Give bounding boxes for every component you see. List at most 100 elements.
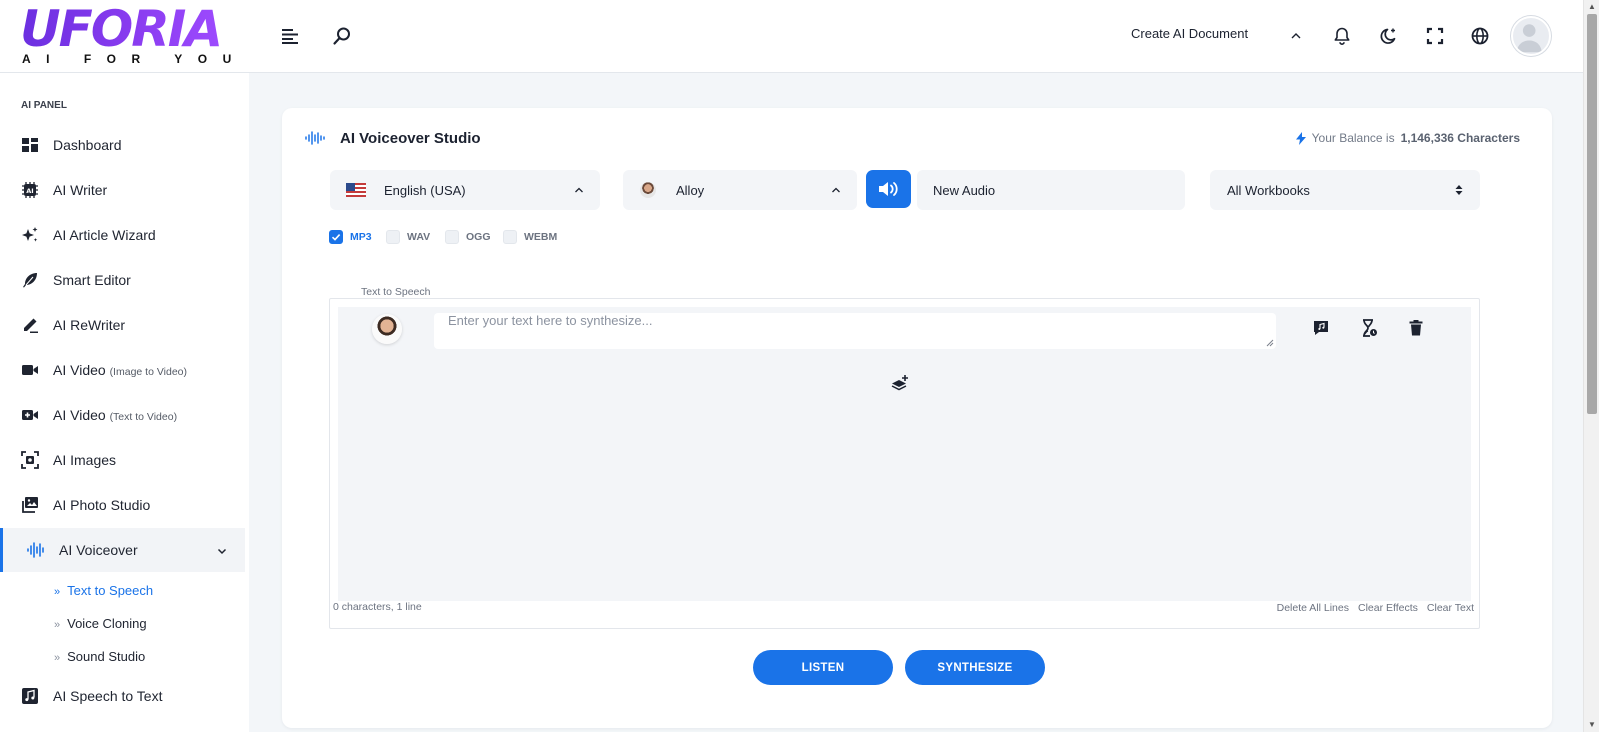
voice-select[interactable]: Alloy [623, 170, 857, 210]
page-title: AI Voiceover Studio [340, 130, 481, 147]
chip-icon: AI [21, 181, 39, 199]
sidebar-item-ai-speech-to-text[interactable]: AI Speech to Text [0, 674, 245, 718]
menu-icon[interactable] [278, 24, 302, 48]
sidebar-item-ai-article-wizard[interactable]: AI Article Wizard [0, 213, 245, 257]
sidebar-item-dashboard[interactable]: Dashboard [0, 123, 245, 167]
sidebar-item-smart-editor[interactable]: Smart Editor [0, 258, 245, 302]
format-webm-checkbox[interactable]: WEBM [503, 230, 557, 244]
lightning-icon [1295, 131, 1306, 145]
speaker-icon [878, 182, 898, 196]
svg-text:AI: AI [26, 187, 33, 195]
sidebar-item-ai-video-text[interactable]: AI Video (Text to Video) [0, 393, 245, 437]
trash-icon[interactable] [1406, 318, 1426, 338]
user-avatar[interactable] [1511, 16, 1551, 56]
sidebar-item-label: AI Voiceover [59, 542, 138, 558]
sidebar: AI PANEL Dashboard AI AI Writer AI Artic… [0, 73, 249, 732]
subnav-label: Text to Speech [67, 583, 154, 598]
chevron-up-icon [575, 187, 583, 193]
voiceover-studio-card: AI Voiceover Studio Your Balance is 1,14… [282, 108, 1552, 728]
nav-label-sub: (Image to Video) [109, 366, 187, 378]
sidebar-item-ai-video-image[interactable]: AI Video (Image to Video) [0, 348, 245, 392]
clear-effects-link[interactable]: Clear Effects [1358, 602, 1418, 614]
globe-icon[interactable] [1468, 24, 1492, 48]
language-value: English (USA) [384, 182, 466, 198]
moon-icon[interactable] [1376, 24, 1400, 48]
scroll-up-icon[interactable]: ▲ [1587, 2, 1597, 12]
chevron-up-icon [832, 187, 840, 193]
format-ogg-checkbox[interactable]: OGG [445, 230, 491, 244]
sparkles-icon [21, 226, 39, 244]
nav-label-main: AI Video [53, 362, 106, 378]
video-plus-icon [21, 406, 39, 424]
format-wav-checkbox[interactable]: WAV [386, 230, 430, 244]
search-icon[interactable] [330, 24, 354, 48]
scroll-thumb[interactable] [1587, 14, 1597, 414]
checkbox-box [445, 230, 459, 244]
subnav-voice-cloning[interactable]: » Voice Cloning [54, 616, 147, 631]
subnav-text-to-speech[interactable]: » Text to Speech [54, 583, 153, 598]
format-label: WAV [407, 231, 431, 243]
sidebar-item-ai-rewriter[interactable]: AI ReWriter [0, 303, 245, 347]
checkbox-box [329, 230, 343, 244]
double-chevron-icon: » [54, 652, 61, 664]
photos-icon [21, 496, 39, 514]
voice-value: Alloy [676, 182, 705, 198]
voice-avatar[interactable] [372, 314, 402, 344]
brand-logo[interactable]: UFORIA AI FOR YOU [20, 4, 231, 66]
create-ai-document-button[interactable]: Create AI Document [1131, 26, 1248, 41]
tts-legend: Text to Speech [357, 286, 435, 298]
add-line-icon[interactable] [890, 374, 910, 392]
format-mp3-checkbox[interactable]: MP3 [329, 230, 372, 244]
scroll-down-icon[interactable]: ▼ [1587, 720, 1597, 730]
resize-handle-icon[interactable] [1266, 339, 1274, 347]
panel-title: AI PANEL [21, 100, 67, 111]
sidebar-item-ai-voiceover[interactable]: AI Voiceover [0, 528, 245, 572]
format-label: WEBM [524, 231, 558, 243]
clear-text-link[interactable]: Clear Text [1427, 602, 1474, 614]
voice-avatar [640, 182, 656, 198]
checkbox-box [503, 230, 517, 244]
image-scan-icon [21, 451, 39, 469]
subnav-label: Sound Studio [67, 649, 146, 664]
chevron-up-icon[interactable] [1284, 24, 1308, 48]
checkmark-icon [331, 234, 341, 241]
nav-label-sub: (Text to Video) [109, 411, 178, 423]
sidebar-item-label: AI Video (Text to Video) [53, 407, 177, 423]
sidebar-item-ai-writer[interactable]: AI AI Writer [0, 168, 245, 212]
language-select[interactable]: English (USA) [330, 170, 600, 210]
balance-prefix: Your Balance is [1311, 131, 1395, 145]
preview-voice-button[interactable] [866, 170, 911, 208]
listen-button[interactable]: LISTEN [753, 650, 893, 685]
dashboard-icon [21, 136, 39, 154]
logo-text: UFORIA [20, 4, 230, 54]
subnav-sound-studio[interactable]: » Sound Studio [54, 649, 145, 664]
tts-text-input[interactable] [434, 313, 1276, 349]
waveform-icon [27, 541, 45, 559]
pause-timer-icon[interactable] [1359, 318, 1379, 338]
format-label: MP3 [350, 231, 372, 243]
us-flag-icon [346, 183, 366, 197]
workbook-value: All Workbooks [1227, 182, 1310, 198]
page-scrollbar[interactable]: ▲ ▼ [1583, 0, 1599, 732]
delete-all-lines-link[interactable]: Delete All Lines [1277, 602, 1349, 614]
checkbox-box [386, 230, 400, 244]
sidebar-item-label: AI Writer [53, 182, 108, 198]
voice-effects-icon[interactable] [1311, 318, 1331, 338]
sort-arrows-icon [1455, 185, 1463, 195]
nav-label-main: AI Video [53, 407, 106, 423]
fullscreen-icon[interactable] [1423, 24, 1447, 48]
bell-icon[interactable] [1330, 24, 1354, 48]
subnav-label: Voice Cloning [67, 616, 147, 631]
pen-icon [21, 316, 39, 334]
sidebar-item-label: Dashboard [53, 137, 122, 153]
waveform-icon [305, 130, 325, 146]
balance-info: Your Balance is 1,146,336 Characters [1295, 131, 1520, 145]
workbook-select[interactable]: All Workbooks [1210, 170, 1480, 210]
sidebar-item-ai-images[interactable]: AI Images [0, 438, 245, 482]
sidebar-item-label: AI Article Wizard [53, 227, 156, 243]
sidebar-item-ai-photo-studio[interactable]: AI Photo Studio [0, 483, 245, 527]
synthesize-button[interactable]: SYNTHESIZE [905, 650, 1045, 685]
audio-name-input[interactable] [917, 170, 1185, 210]
tts-lines-area [338, 307, 1471, 601]
sidebar-item-label: AI Images [53, 452, 117, 468]
